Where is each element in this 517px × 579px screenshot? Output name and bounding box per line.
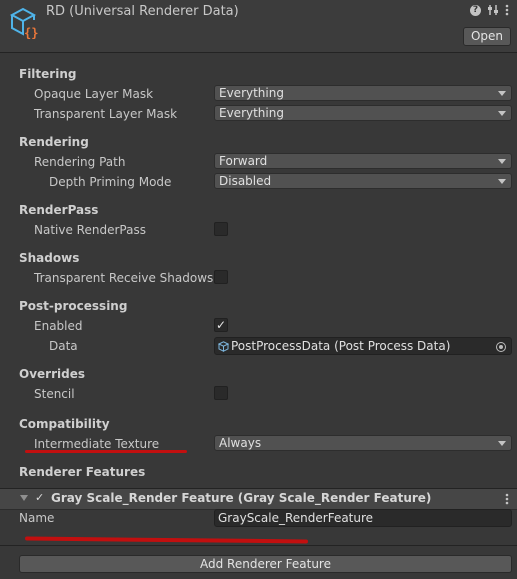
opaque-layer-mask-dropdown[interactable]: Everything (214, 85, 512, 101)
feature-kebab-menu-icon[interactable] (505, 493, 509, 505)
help-icon[interactable]: ? (470, 4, 481, 16)
red-underline-annotation (25, 450, 187, 453)
open-button[interactable]: Open (462, 27, 511, 46)
native-renderpass-label: Native RenderPass (34, 223, 146, 237)
foldout-arrow-icon[interactable] (20, 495, 28, 501)
transparent-receive-shadows-checkbox[interactable] (214, 270, 228, 284)
post-processing-enabled-label: Enabled (34, 319, 83, 333)
kebab-menu-icon[interactable] (505, 4, 509, 16)
asset-icon: {} (9, 7, 38, 40)
opaque-layer-mask-value: Everything (219, 86, 284, 100)
depth-priming-mode-label: Depth Priming Mode (49, 175, 172, 189)
renderpass-heading: RenderPass (19, 203, 99, 217)
renderer-feature-title: Gray Scale_Render Feature (Gray Scale_Re… (51, 491, 432, 505)
renderer-feature-header[interactable]: ✓ Gray Scale_Render Feature (Gray Scale_… (0, 488, 517, 510)
dropdown-arrow-icon (498, 441, 506, 446)
preset-sliders-icon[interactable] (487, 4, 499, 16)
dropdown-arrow-icon (498, 159, 506, 164)
post-process-data-field[interactable]: PostProcessData (Post Process Data) (214, 337, 512, 355)
renderer-features-heading: Renderer Features (19, 465, 146, 479)
opaque-layer-mask-label: Opaque Layer Mask (34, 87, 154, 101)
rendering-path-value: Forward (219, 154, 268, 168)
feature-enabled-checkmark-icon[interactable]: ✓ (35, 491, 44, 504)
intermediate-texture-label: Intermediate Texture (34, 437, 160, 451)
checkmark-icon: ✓ (216, 318, 227, 332)
add-renderer-feature-button[interactable]: Add Renderer Feature (19, 555, 512, 573)
stencil-checkbox[interactable] (214, 386, 228, 400)
object-picker-icon[interactable] (496, 342, 506, 352)
rendering-path-label: Rendering Path (34, 155, 126, 169)
post-process-data-value: PostProcessData (Post Process Data) (231, 339, 451, 353)
transparent-layer-mask-dropdown[interactable]: Everything (214, 105, 512, 121)
dropdown-arrow-icon (498, 179, 506, 184)
transparent-receive-shadows-label: Transparent Receive Shadows (34, 271, 214, 285)
rendering-path-dropdown[interactable]: Forward (214, 153, 512, 169)
inspector-header: {} RD (Universal Renderer Data) ? Open (0, 0, 517, 53)
transparent-layer-mask-value: Everything (219, 106, 284, 120)
post-processing-data-label: Data (49, 339, 78, 353)
dropdown-arrow-icon (498, 91, 506, 96)
intermediate-texture-dropdown[interactable]: Always (214, 435, 512, 451)
post-processing-heading: Post-processing (19, 299, 128, 313)
rendering-heading: Rendering (19, 135, 89, 149)
feature-name-field[interactable]: GrayScale_RenderFeature (214, 509, 512, 527)
transparent-layer-mask-label: Transparent Layer Mask (34, 107, 178, 121)
red-underline-annotation (24, 536, 309, 544)
intermediate-texture-value: Always (219, 436, 262, 450)
divider (0, 545, 517, 546)
compatibility-heading: Compatibility (19, 417, 110, 431)
dropdown-arrow-icon (498, 111, 506, 116)
depth-priming-mode-value: Disabled (219, 174, 272, 188)
stencil-label: Stencil (34, 387, 75, 401)
svg-text:{}: {} (24, 26, 38, 40)
window-title: RD (Universal Renderer Data) (46, 4, 239, 19)
post-processing-enabled-checkbox[interactable]: ✓ (214, 318, 228, 332)
scriptable-object-icon (218, 341, 229, 352)
feature-name-label: Name (19, 511, 55, 525)
native-renderpass-checkbox[interactable] (214, 222, 228, 236)
filtering-heading: Filtering (19, 67, 77, 81)
overrides-heading: Overrides (19, 367, 85, 381)
depth-priming-mode-dropdown[interactable]: Disabled (214, 173, 512, 189)
shadows-heading: Shadows (19, 251, 80, 265)
